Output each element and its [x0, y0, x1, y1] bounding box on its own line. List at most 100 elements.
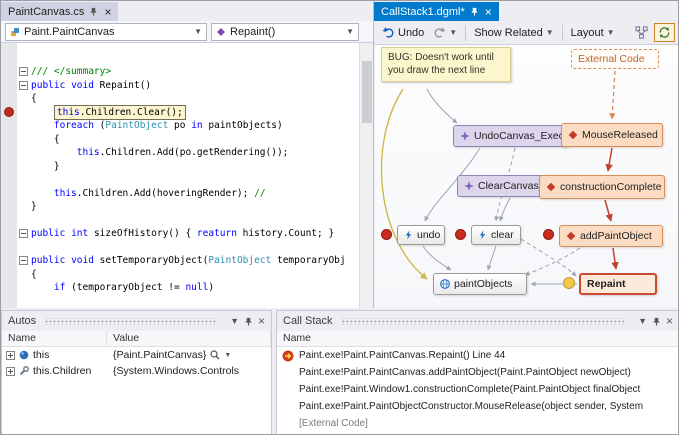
- breakpoint-marker-icon[interactable]: [543, 229, 554, 240]
- code-line[interactable]: {: [31, 92, 359, 106]
- editor-tabstrip: PaintCanvas.cs ×: [1, 1, 373, 21]
- chevron-down-icon: ▼: [607, 28, 615, 37]
- diamond-icon: [568, 130, 578, 140]
- fold-collapse-icon[interactable]: [19, 229, 28, 238]
- autos-header[interactable]: Autos ▼ ×: [2, 311, 271, 331]
- editor-scrollbar[interactable]: [359, 43, 373, 308]
- member-dropdown[interactable]: Repaint() ▼: [211, 23, 359, 41]
- tab-callstack-dgml[interactable]: CallStack1.dgml* ×: [374, 2, 499, 21]
- callstack-row[interactable]: Paint.exe!Paint.PaintObjectConstructor.M…: [277, 398, 679, 415]
- drag-handle[interactable]: [44, 318, 217, 325]
- code-line[interactable]: [31, 241, 359, 255]
- graph-node-paintobjects[interactable]: paintObjects: [433, 273, 527, 295]
- class-icon: [10, 27, 20, 37]
- redo-icon: [433, 26, 446, 39]
- layout-dropdown[interactable]: Layout ▼: [568, 25, 618, 41]
- code-line[interactable]: {: [31, 133, 359, 147]
- sync-toggle-button[interactable]: [654, 23, 675, 42]
- pin-icon[interactable]: [652, 317, 661, 326]
- close-icon[interactable]: ×: [666, 314, 673, 328]
- code-line[interactable]: if (temporaryObject != null): [31, 281, 359, 295]
- fold-gutter[interactable]: [17, 43, 30, 308]
- code-line[interactable]: {: [31, 268, 359, 282]
- chevron-down-icon[interactable]: ▼: [224, 352, 231, 359]
- autos-panel: Autos ▼ × Name Value this{Paint.PaintCan…: [1, 310, 272, 435]
- code-line[interactable]: [31, 173, 359, 187]
- property-icon: [19, 366, 29, 376]
- callstack-header[interactable]: Call Stack ▼ ×: [277, 311, 679, 331]
- show-related-dropdown[interactable]: Show Related ▼: [471, 25, 556, 41]
- callstack-row[interactable]: [External Code]: [277, 415, 679, 432]
- diagram-icon: [635, 26, 648, 39]
- callstack-row[interactable]: Paint.exe!Paint.PaintCanvas.Repaint() Li…: [277, 347, 679, 364]
- expand-icon[interactable]: [6, 351, 15, 360]
- code-line[interactable]: this.Children.Add(hoveringRender); //: [31, 187, 359, 201]
- code-line[interactable]: this.Children.Clear();: [31, 106, 359, 120]
- graph-node-mousereleased[interactable]: MouseReleased: [561, 123, 663, 147]
- column-name[interactable]: Name: [277, 331, 679, 346]
- close-icon[interactable]: ×: [104, 7, 111, 17]
- breakpoint-gutter[interactable]: [1, 43, 17, 308]
- graph-node-clear[interactable]: clear: [471, 225, 521, 245]
- code-line[interactable]: foreach (PaintObject po in paintObjects): [31, 119, 359, 133]
- instruction-pointer-icon[interactable]: [563, 277, 575, 289]
- breakpoint-marker-icon[interactable]: [381, 229, 392, 240]
- autos-row[interactable]: this{Paint.PaintCanvas}▼: [2, 347, 271, 363]
- code-line[interactable]: public int sizeOfHistory() { reaturn his…: [31, 227, 359, 241]
- column-name[interactable]: Name: [2, 331, 107, 346]
- dgml-graph-canvas[interactable]: BUG: Doesn't work until you draw the nex…: [375, 45, 679, 308]
- code-line[interactable]: /// </summary>: [31, 65, 359, 79]
- close-icon[interactable]: ×: [258, 314, 265, 328]
- graph-node-repaint[interactable]: Repaint: [579, 273, 657, 295]
- diagram-options-button[interactable]: [632, 24, 651, 41]
- code-line[interactable]: }: [31, 160, 359, 174]
- toolbar-separator: [562, 25, 563, 41]
- chevron-down-icon: ▼: [346, 27, 354, 36]
- tab-paintcanvas-cs[interactable]: PaintCanvas.cs ×: [1, 2, 118, 21]
- tab-title: PaintCanvas.cs: [8, 6, 84, 18]
- autos-row[interactable]: this.Children{System.Windows.Controls: [2, 363, 271, 379]
- code-line[interactable]: [31, 214, 359, 228]
- graph-node-external-code[interactable]: External Code: [571, 49, 659, 69]
- magnifier-icon[interactable]: [210, 350, 220, 360]
- graph-node-undo[interactable]: undo: [397, 225, 445, 245]
- code-lines[interactable]: /// </summary>public void Repaint(){ thi…: [31, 65, 359, 295]
- close-icon[interactable]: ×: [485, 7, 492, 17]
- callstack-row[interactable]: Paint.exe!Paint.PaintCanvas.addPaintObje…: [277, 364, 679, 381]
- undo-button[interactable]: Undo: [379, 24, 427, 41]
- chevron-down-icon: ▼: [546, 28, 554, 37]
- variable-name: this: [33, 349, 49, 361]
- breakpoint-icon[interactable]: [4, 107, 14, 117]
- gear-icon: [460, 131, 470, 141]
- window-position-icon[interactable]: ▼: [638, 316, 647, 326]
- drag-handle[interactable]: [341, 318, 626, 325]
- callstack-row[interactable]: Paint.exe!Paint.Window1.constructionComp…: [277, 381, 679, 398]
- graph-node-constructioncomplete[interactable]: constructionComplete: [539, 175, 665, 199]
- code-line[interactable]: public void setTemporaryObject(PaintObje…: [31, 254, 359, 268]
- graph-node-undocanvas-executed[interactable]: UndoCanvas_Executed: [453, 125, 569, 147]
- node-label: paintObjects: [454, 278, 512, 290]
- highlighted-statement[interactable]: this.Children.Clear();: [54, 105, 186, 121]
- code-line[interactable]: this.Children.Add(po.getRendering());: [31, 146, 359, 160]
- fold-collapse-icon[interactable]: [19, 67, 28, 76]
- bug-note[interactable]: BUG: Doesn't work until you draw the nex…: [381, 47, 511, 82]
- code-line[interactable]: public void Repaint(): [31, 79, 359, 93]
- fold-collapse-icon[interactable]: [19, 256, 28, 265]
- node-label: constructionComplete: [560, 181, 662, 193]
- graph-node-addpaintobject[interactable]: addPaintObject: [559, 225, 663, 247]
- pin-icon[interactable]: [244, 317, 253, 326]
- node-label: clear: [491, 229, 514, 241]
- code-editor[interactable]: /// </summary>public void Repaint(){ thi…: [1, 43, 373, 308]
- expand-icon[interactable]: [6, 367, 15, 376]
- diamond-icon: [546, 182, 556, 192]
- fold-collapse-icon[interactable]: [19, 81, 28, 90]
- breakpoint-marker-icon[interactable]: [455, 229, 466, 240]
- column-value[interactable]: Value: [107, 331, 271, 346]
- pin-icon[interactable]: [89, 7, 99, 17]
- code-line[interactable]: }: [31, 200, 359, 214]
- pin-icon[interactable]: [470, 7, 480, 17]
- type-dropdown[interactable]: Paint.PaintCanvas ▼: [5, 23, 207, 41]
- scrollbar-thumb[interactable]: [362, 61, 372, 123]
- window-position-icon[interactable]: ▼: [230, 316, 239, 326]
- redo-button[interactable]: ▼: [430, 24, 460, 41]
